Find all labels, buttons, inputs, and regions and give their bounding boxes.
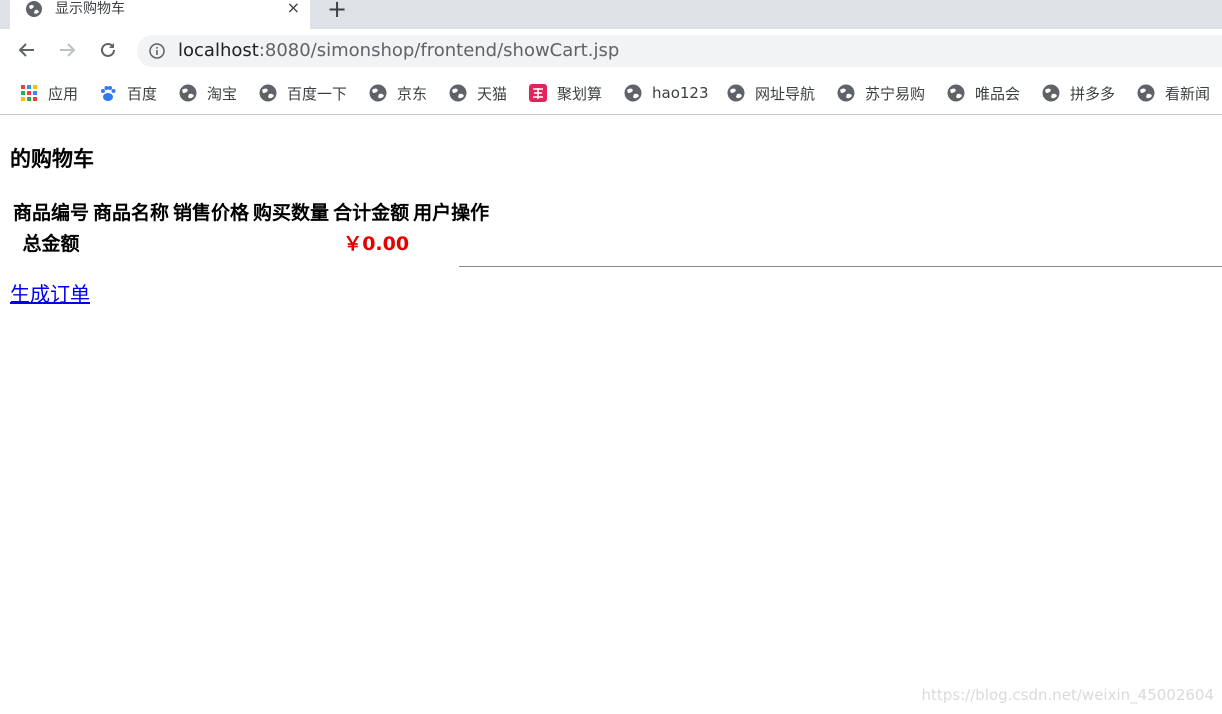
bookmark-label: 聚划算: [557, 84, 603, 103]
globe-icon: [837, 84, 855, 102]
globe-icon: [624, 84, 642, 102]
bookmark-tmall[interactable]: 天猫: [449, 83, 507, 103]
header-quantity: 购买数量: [253, 202, 330, 224]
bookmark-label: 苏宁易购: [865, 84, 926, 103]
bookmark-baidu[interactable]: 百度: [99, 83, 157, 103]
globe-icon: [369, 84, 387, 102]
header-sale-price: 销售价格: [173, 202, 250, 224]
globe-icon: [449, 84, 467, 102]
generate-order-link[interactable]: 生成订单: [10, 278, 90, 307]
total-label: 总金额: [22, 233, 80, 255]
bookmark-url-nav[interactable]: 网址导航: [727, 83, 815, 103]
header-product-id: 商品编号: [13, 202, 90, 224]
bookmark-label: 拼多多: [1070, 84, 1116, 103]
bookmark-news[interactable]: 看新闻: [1137, 83, 1210, 103]
total-row: 总金额 ￥0.00: [12, 228, 490, 257]
tab-title: 显示购物车: [55, 1, 125, 17]
info-icon[interactable]: [149, 43, 165, 59]
back-button[interactable]: [14, 37, 40, 63]
bookmark-suning[interactable]: 苏宁易购: [837, 83, 925, 103]
page-content: 的购物车 商品编号 商品名称 销售价格 购买数量 合计金额 用户操作 总金额 ￥…: [0, 115, 1222, 714]
bookmark-label: 百度一下: [287, 84, 348, 103]
globe-icon: [947, 84, 965, 102]
total-amount: ￥0.00: [343, 233, 410, 255]
url-text[interactable]: localhost:8080/simonshop/frontend/showCa…: [178, 40, 619, 62]
reload-button[interactable]: [95, 37, 121, 63]
bookmark-label: 百度: [127, 84, 158, 103]
bookmark-pinduoduo[interactable]: 拼多多: [1042, 83, 1115, 103]
header-product-name: 商品名称: [93, 202, 170, 224]
browser-toolbar: localhost:8080/simonshop/frontend/showCa…: [0, 29, 1222, 73]
watermark: https://blog.csdn.net/weixin_45002604: [921, 686, 1214, 704]
forward-arrow-icon: [60, 43, 76, 57]
bookmark-jd[interactable]: 京东: [369, 83, 427, 103]
globe-icon: [259, 84, 277, 102]
juhuasuan-icon: [529, 84, 547, 102]
globe-icon: [179, 84, 197, 102]
new-tab-button[interactable]: +: [327, 0, 347, 23]
tab-strip: 显示购物车 × +: [0, 0, 1222, 29]
url-host: localhost: [178, 40, 259, 61]
reload-icon: [101, 42, 115, 57]
bookmark-apps[interactable]: 应用: [20, 83, 78, 103]
bookmark-label: 淘宝: [207, 84, 238, 103]
empty-cell: [412, 228, 490, 257]
empty-cell: [172, 228, 250, 257]
cart-table: 商品编号 商品名称 销售价格 购买数量 合计金额 用户操作 总金额 ￥0.00: [10, 195, 492, 259]
bookmark-baidu-search[interactable]: 百度一下: [259, 83, 347, 103]
bookmark-label: 看新闻: [1165, 84, 1211, 103]
bookmark-vip[interactable]: 唯品会: [947, 83, 1020, 103]
bookmark-hao123[interactable]: hao123: [624, 83, 709, 103]
bookmark-label: 网址导航: [755, 84, 816, 103]
empty-cell: [252, 228, 330, 257]
apps-grid-icon: [21, 85, 37, 101]
bookmark-label: 京东: [397, 84, 428, 103]
page-title: 的购物车: [10, 147, 94, 171]
back-arrow-icon: [18, 43, 34, 57]
bookmark-label: 天猫: [477, 84, 508, 103]
url-path: :8080/simonshop/frontend/showCart.jsp: [258, 40, 620, 61]
bookmark-label: 唯品会: [975, 84, 1021, 103]
divider: [459, 266, 1222, 267]
forward-button[interactable]: [54, 37, 80, 63]
globe-icon: [727, 84, 745, 102]
header-actions: 用户操作: [413, 202, 490, 224]
bookmark-taobao[interactable]: 淘宝: [179, 83, 237, 103]
table-header-row: 商品编号 商品名称 销售价格 购买数量 合计金额 用户操作: [12, 197, 490, 226]
header-subtotal: 合计金额: [333, 202, 410, 224]
globe-icon: [26, 1, 42, 17]
bookmark-juhuasuan[interactable]: 聚划算: [529, 83, 602, 103]
bookmarks-bar: 应用 百度 淘宝 百度一下 京东 天猫 聚划算 hao123 网址导航 苏宁易购…: [0, 73, 1222, 115]
globe-icon: [1137, 84, 1155, 102]
address-bar[interactable]: localhost:8080/simonshop/frontend/showCa…: [137, 35, 1222, 67]
globe-icon: [1042, 84, 1060, 102]
empty-cell: [92, 228, 170, 257]
active-tab[interactable]: 显示购物车 ×: [10, 0, 310, 29]
baidu-paw-icon: [101, 86, 116, 101]
bookmark-label: hao123: [652, 84, 709, 102]
tab-close-button[interactable]: ×: [287, 0, 300, 18]
bookmark-label: 应用: [48, 84, 79, 103]
